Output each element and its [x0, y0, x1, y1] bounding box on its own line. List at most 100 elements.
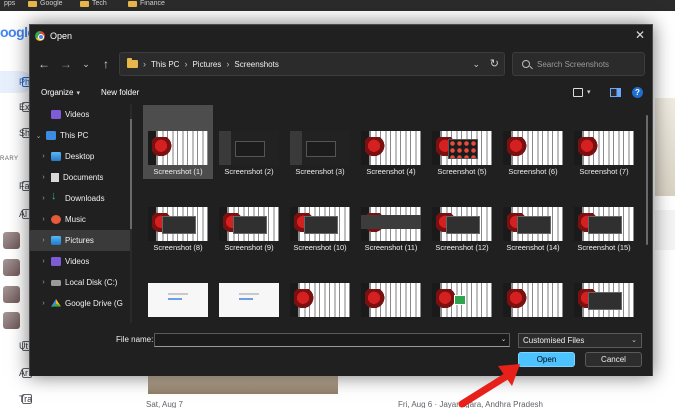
disk-icon — [51, 279, 61, 286]
sidebar-item-label: Al — [19, 209, 28, 219]
sidebar-item-archive[interactable]: Ar — [0, 362, 32, 384]
address-bar[interactable]: › This PC › Pictures › Screenshots ⌄ ↻ — [119, 52, 505, 76]
nav-item-documents[interactable]: › Documents — [30, 167, 130, 188]
nav-item-videos[interactable]: Videos — [30, 104, 130, 125]
file-item[interactable]: Screenshot (1) — [143, 105, 213, 179]
sidebar-item-label: Ar — [19, 368, 28, 378]
file-item[interactable]: Screenshot (10) — [285, 179, 355, 255]
file-name-label: Screenshot (12) — [435, 243, 489, 252]
dialog-titlebar[interactable]: Open ✕ — [30, 25, 652, 46]
help-icon[interactable]: ? — [632, 87, 643, 98]
file-item[interactable] — [285, 255, 355, 323]
file-list-scrollbar[interactable] — [646, 105, 649, 323]
nav-item-music[interactable]: › Music — [30, 209, 130, 230]
breadcrumb-screenshots[interactable]: Screenshots — [234, 60, 278, 69]
back-button[interactable]: ← — [34, 50, 54, 78]
breadcrumb-separator[interactable]: › — [226, 59, 229, 69]
navigation-pane-scrollbar[interactable] — [130, 104, 132, 323]
sidebar-item-label: Fa — [19, 181, 30, 191]
recent-locations-button[interactable]: ⌄ — [76, 50, 96, 78]
file-item[interactable]: Screenshot (4) — [356, 105, 426, 179]
bookmark-google[interactable]: Google — [28, 0, 63, 8]
nav-item-pictures[interactable]: › Pictures — [30, 230, 130, 251]
preview-pane-icon[interactable] — [610, 88, 621, 97]
photo-thumbnail[interactable] — [655, 210, 675, 250]
nav-item-this-pc[interactable]: ⌄ This PC — [30, 125, 130, 146]
bookmark-apps[interactable]: pps — [4, 0, 15, 8]
nav-item-google-drive-g[interactable]: › Google Drive (G — [30, 293, 130, 314]
file-item[interactable]: Screenshot (3) — [285, 105, 355, 179]
file-item[interactable]: Screenshot (12) — [427, 179, 497, 255]
breadcrumb-this-pc[interactable]: This PC — [151, 60, 179, 69]
file-item[interactable]: Screenshot (8) — [143, 179, 213, 255]
file-item[interactable]: Screenshot (9) — [214, 179, 284, 255]
nav-item-local-disk-c[interactable]: › Local Disk (C:) — [30, 272, 130, 293]
breadcrumb-separator[interactable]: › — [184, 59, 187, 69]
chevron-right-icon[interactable]: › — [39, 279, 48, 286]
arrow-shaft — [458, 370, 514, 408]
sidebar-item-sharing[interactable]: Sh — [0, 122, 32, 144]
chevron-right-icon[interactable]: › — [39, 300, 48, 307]
file-item[interactable]: Screenshot (14) — [498, 179, 568, 255]
file-item[interactable]: Screenshot (11) — [356, 179, 426, 255]
file-item[interactable]: Screenshot (2) — [214, 105, 284, 179]
sidebar-item-label: Ut — [19, 341, 28, 351]
cancel-button[interactable]: Cancel — [585, 352, 642, 367]
breadcrumb-pictures[interactable]: Pictures — [192, 60, 221, 69]
album-thumbnail[interactable] — [3, 232, 20, 249]
file-name-dropdown-icon[interactable]: ⌄ — [497, 333, 510, 347]
browser-bookmarks-bar: pps Google Tech Finance — [0, 0, 675, 11]
sidebar-item-favorites[interactable]: Fa — [0, 175, 32, 197]
file-type-select[interactable]: Customised Files ⌄ — [518, 333, 642, 348]
photo-thumbnail[interactable] — [148, 374, 338, 394]
file-item[interactable]: Screenshot (7) — [569, 105, 639, 179]
file-item[interactable] — [427, 255, 497, 323]
view-mode-icon[interactable] — [573, 88, 583, 97]
bookmark-finance[interactable]: Finance — [128, 0, 165, 8]
organize-button[interactable]: Organize ▾ — [41, 83, 80, 103]
nav-item-downloads[interactable]: › Downloads — [30, 188, 130, 209]
chevron-right-icon[interactable]: › — [39, 216, 48, 223]
up-button[interactable]: ↑ — [96, 50, 116, 78]
sidebar-item-utilities[interactable]: Ut — [0, 335, 32, 357]
bookmark-tech[interactable]: Tech — [80, 0, 107, 8]
sidebar-item-explore[interactable]: Ex — [0, 96, 32, 118]
album-thumbnail[interactable] — [3, 312, 20, 329]
refresh-icon[interactable]: ↻ — [490, 53, 499, 75]
chevron-right-icon[interactable]: › — [39, 174, 48, 181]
file-name-input[interactable] — [154, 333, 510, 347]
file-item[interactable]: Screenshot (5) — [427, 105, 497, 179]
file-name-label: Screenshot (3) — [295, 167, 345, 176]
down-icon — [51, 190, 61, 203]
file-item[interactable] — [356, 255, 426, 323]
chevron-right-icon[interactable]: › — [39, 195, 48, 202]
file-item[interactable] — [143, 255, 213, 323]
nav-item-videos[interactable]: › Videos — [30, 251, 130, 272]
chevron-right-icon[interactable]: › — [39, 153, 48, 160]
chevron-down-icon[interactable]: ⌄ — [34, 132, 43, 140]
section-label: RARY — [0, 156, 19, 162]
file-thumbnail — [574, 131, 634, 165]
close-button[interactable]: ✕ — [633, 28, 647, 42]
album-thumbnail[interactable] — [3, 259, 20, 276]
chevron-right-icon[interactable]: › — [39, 237, 48, 244]
sidebar-item-albums[interactable]: Al — [0, 203, 32, 225]
nav-item-desktop[interactable]: › Desktop — [30, 146, 130, 167]
chevron-right-icon[interactable]: › — [39, 258, 48, 265]
sidebar-item-photos[interactable]: Ph — [0, 71, 32, 93]
nav-item-label: Downloads — [65, 194, 105, 203]
file-item[interactable]: Screenshot (15) — [569, 179, 639, 255]
search-box[interactable] — [512, 52, 645, 76]
file-item[interactable] — [498, 255, 568, 323]
photo-thumbnail[interactable] — [655, 98, 675, 196]
sidebar-item-trash[interactable]: Trash — [0, 388, 42, 408]
view-options-dropdown[interactable]: ▾ — [587, 83, 591, 103]
address-dropdown-icon[interactable]: ⌄ — [472, 53, 480, 75]
file-item[interactable]: Screenshot (6) — [498, 105, 568, 179]
album-thumbnail[interactable] — [3, 286, 20, 303]
file-item[interactable] — [214, 255, 284, 323]
file-item[interactable] — [569, 255, 639, 323]
forward-button[interactable]: → — [56, 50, 76, 78]
new-folder-button[interactable]: New folder — [101, 83, 139, 103]
search-input[interactable] — [537, 59, 637, 69]
